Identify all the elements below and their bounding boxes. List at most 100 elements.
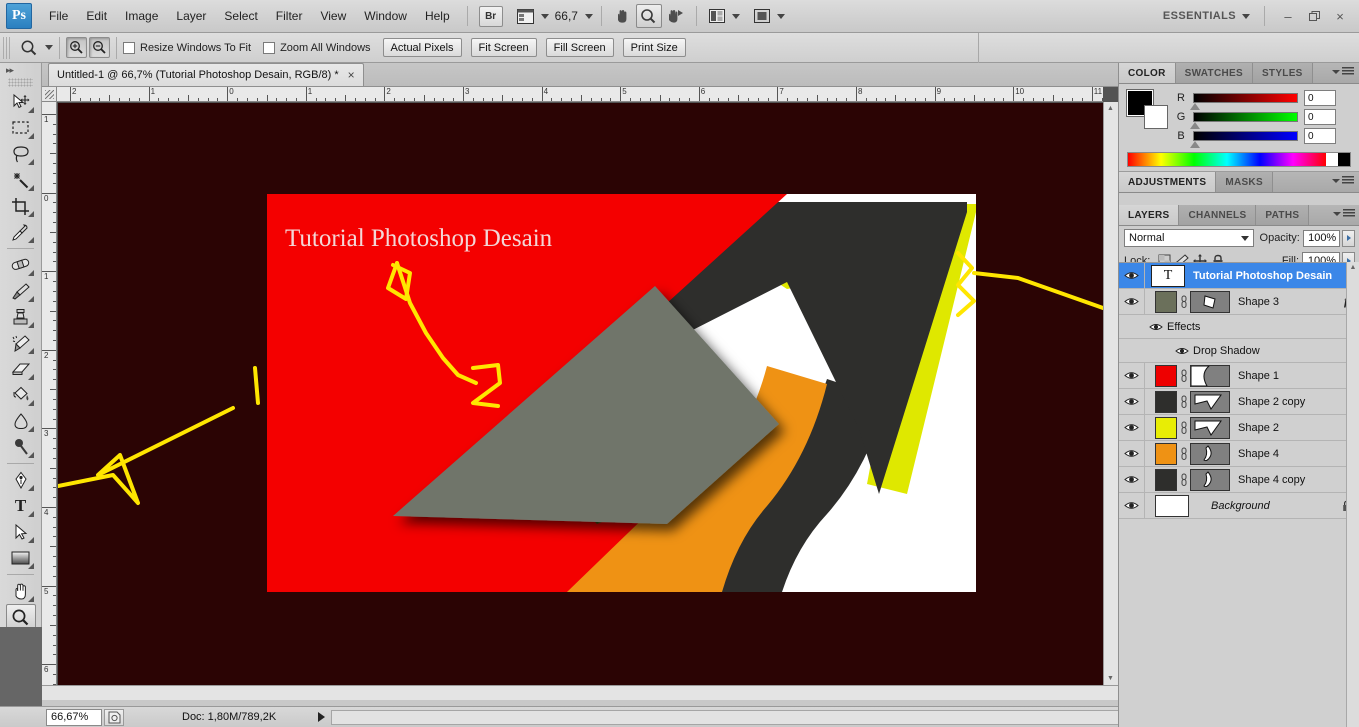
print-size-button[interactable]: Print Size [622,38,686,57]
layer-link-icon[interactable] [1177,395,1190,409]
layers-scroll-up-icon[interactable]: ▲ [1347,262,1359,273]
ruler-corner[interactable] [42,87,57,102]
color-slider-b[interactable]: B 0 [1175,128,1351,148]
tab-paths[interactable]: PATHS [1256,205,1310,225]
close-button[interactable]: × [1327,4,1353,28]
spectrum-white[interactable] [1326,153,1338,166]
tool-healing-more-icon[interactable] [27,270,34,276]
menu-help[interactable]: Help [416,5,459,27]
layer-vector-mask-thumbnail[interactable] [1190,364,1230,387]
resize-windows-checkbox-wrap[interactable]: Resize Windows To Fit [123,41,251,54]
tool-marquee-more-icon[interactable] [27,133,34,139]
options-bar-grip[interactable] [3,36,12,59]
color-spectrum-ramp[interactable] [1127,152,1351,167]
layer-visibility-icon[interactable] [1119,362,1145,389]
tool-eraser-more-icon[interactable] [27,374,34,380]
opacity-value[interactable]: 100% [1302,229,1341,247]
tool-stamp-more-icon[interactable] [27,322,34,328]
zoom-all-windows-checkbox-wrap[interactable]: Zoom All Windows [263,41,371,54]
layer-row-shape4-copy[interactable]: Shape 4 copy [1119,466,1359,493]
tool-magic-wand[interactable] [6,167,36,193]
color-value-r[interactable]: 0 [1304,90,1336,106]
tab-styles[interactable]: STYLES [1252,63,1313,83]
layer-row-text[interactable]: T Tutorial Photoshop Desain [1119,263,1359,289]
workspace-caret-icon[interactable] [1242,13,1250,19]
tool-history-brush[interactable] [6,330,36,356]
menu-image[interactable]: Image [116,5,167,27]
layer-thumbnail-color[interactable] [1155,390,1177,413]
toolbox-collapse[interactable]: ▸▸ [0,63,41,77]
color-bar-r[interactable] [1190,93,1298,110]
layer-row-shape1[interactable]: Shape 1 [1119,362,1359,389]
menu-layer[interactable]: Layer [167,5,215,27]
color-bar-g[interactable] [1190,112,1298,129]
layer-visibility-icon[interactable] [1119,288,1145,315]
scroll-down-icon[interactable]: ▼ [1104,672,1117,685]
tool-blur[interactable] [6,408,36,434]
tool-dodge[interactable] [6,434,36,460]
layer-thumbnail-background[interactable] [1155,494,1189,517]
spectrum-black[interactable] [1338,153,1350,166]
layer-row-shape2[interactable]: Shape 2 [1119,414,1359,441]
color-thumb-b[interactable] [1190,141,1200,148]
layer-name[interactable]: Shape 3 [1238,296,1344,308]
color-value-g[interactable]: 0 [1304,109,1336,125]
tool-lasso[interactable] [6,141,36,167]
view-extras-icon[interactable] [515,5,537,27]
color-slider-g[interactable]: G 0 [1175,109,1351,129]
tool-bucket-more-icon[interactable] [27,400,34,406]
layer-thumbnail-color[interactable] [1155,364,1177,387]
tool-hand[interactable] [6,578,36,604]
zoom-all-windows-checkbox[interactable] [263,41,276,54]
status-preview-icon[interactable] [104,708,124,726]
layer-name[interactable]: Shape 2 [1238,422,1359,434]
bridge-button[interactable]: Br [478,5,503,27]
layer-visibility-icon[interactable] [1119,440,1145,467]
tool-move-more-icon[interactable] [27,107,34,113]
tool-dodge-more-icon[interactable] [27,452,34,458]
tool-eyedropper[interactable] [6,219,36,245]
zoom-tool-toggle[interactable] [635,4,662,28]
layer-visibility-icon[interactable] [1119,414,1145,441]
layer-thumbnail-color[interactable] [1155,290,1177,313]
zoom-out-button[interactable] [89,37,110,58]
tool-move[interactable] [6,89,36,115]
layer-visibility-icon[interactable] [1119,466,1145,493]
menu-window[interactable]: Window [355,5,416,27]
layer-name[interactable]: Shape 4 [1238,448,1359,460]
color-background-swatch[interactable] [1144,105,1168,129]
screen-mode-icon[interactable] [751,5,773,27]
layers-scrollbar[interactable]: ▲ [1346,262,1359,727]
menubar-zoom-value[interactable]: 66,7 [555,9,578,23]
tab-swatches[interactable]: SWATCHES [1175,63,1253,83]
layer-link-icon[interactable] [1177,421,1190,435]
tab-masks[interactable]: MASKS [1216,172,1273,192]
drop-shadow-visibility-icon[interactable] [1171,338,1193,364]
menu-filter[interactable]: Filter [267,5,312,27]
layer-row-shape3[interactable]: Shape 3 fx [1119,288,1359,315]
tool-horizontal-type[interactable]: T [6,493,36,519]
layer-visibility-icon[interactable] [1119,492,1145,519]
layer-list[interactable]: T Tutorial Photoshop Desain Shape 3 Effe… [1119,262,1359,727]
color-slider-r[interactable]: R 0 [1175,90,1351,110]
document-tab[interactable]: Untitled-1 @ 66,7% (Tutorial Photoshop D… [48,63,364,86]
layer-name[interactable]: Shape 2 copy [1238,396,1359,408]
tool-eraser[interactable] [6,356,36,382]
tool-clone-stamp[interactable] [6,304,36,330]
tool-pen-more-icon[interactable] [27,485,34,491]
canvas-viewport[interactable]: Tutorial Photoshop Desain [58,103,1103,685]
minimize-button[interactable]: – [1275,4,1301,28]
layer-vector-mask-thumbnail[interactable] [1190,442,1230,465]
menu-edit[interactable]: Edit [77,5,116,27]
color-bar-b[interactable] [1190,131,1298,148]
color-panel-menu-button[interactable] [1332,67,1354,76]
tool-paint-bucket[interactable] [6,382,36,408]
layer-link-icon[interactable] [1177,369,1190,383]
status-scroll-track[interactable] [331,709,1118,725]
zoom-in-button[interactable] [66,37,87,58]
layer-thumbnail-color[interactable] [1155,468,1177,491]
tab-color[interactable]: COLOR [1119,63,1176,83]
layer-link-icon[interactable] [1177,473,1190,487]
tool-path-selection[interactable] [6,519,36,545]
layer-thumbnail-color[interactable] [1155,442,1177,465]
